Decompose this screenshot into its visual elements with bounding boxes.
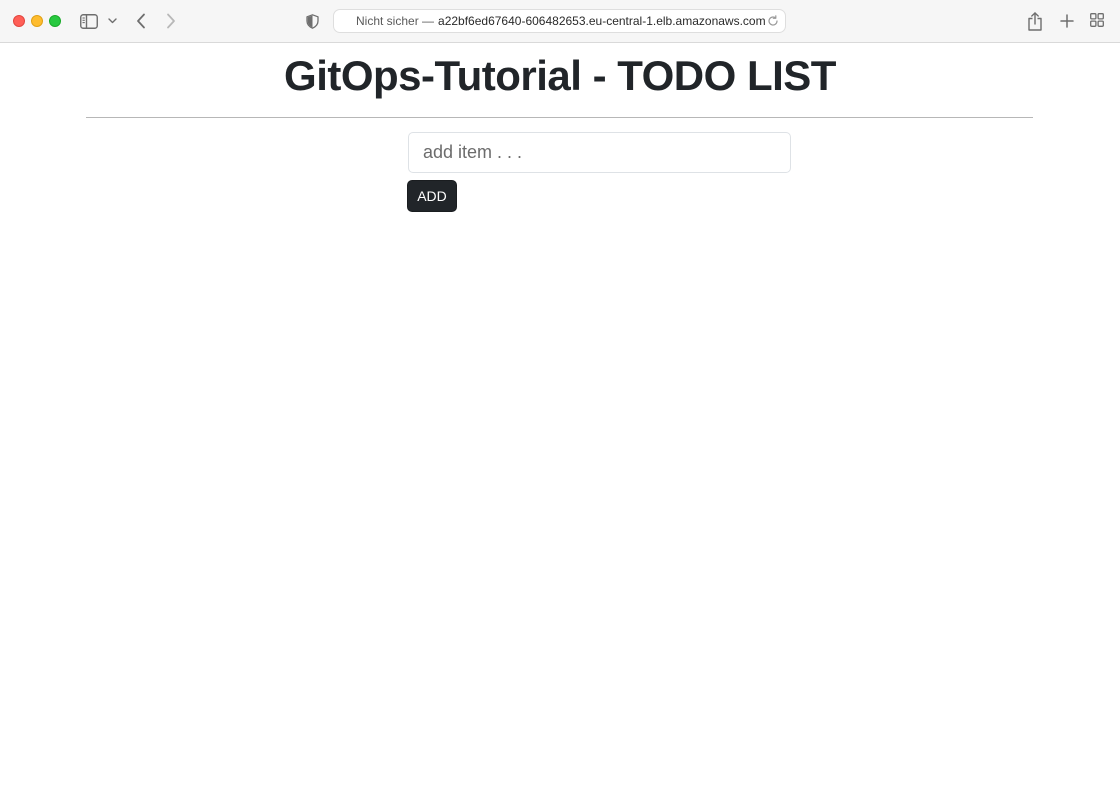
browser-toolbar: Nicht sicher — a22bf6ed67640-606482653.e… [0,0,1120,43]
add-button[interactable]: ADD [407,180,457,212]
sidebar-icon[interactable] [79,12,99,30]
chevron-down-icon[interactable] [106,14,118,28]
title-divider [86,117,1033,118]
shield-icon[interactable] [304,11,320,31]
add-item-input[interactable] [408,132,791,173]
reload-icon[interactable] [767,15,779,27]
address-bar[interactable]: Nicht sicher — a22bf6ed67640-606482653.e… [333,9,786,33]
grid-icon[interactable] [1089,12,1105,28]
chevron-left-icon[interactable] [133,11,149,31]
zoom-window-button[interactable] [49,15,61,27]
plus-icon[interactable] [1058,12,1076,30]
minimize-window-button[interactable] [31,15,43,27]
page-title: GitOps-Tutorial - TODO LIST [284,52,836,99]
url-text: a22bf6ed67640-606482653.eu-central-1.elb… [438,14,766,28]
security-label: Nicht sicher — [356,14,435,28]
share-icon[interactable] [1026,10,1044,32]
browser-window: Nicht sicher — a22bf6ed67640-606482653.e… [0,0,1120,800]
page-content: GitOps-Tutorial - TODO LIST ADD [0,44,1120,800]
close-window-button[interactable] [13,15,25,27]
chevron-right-icon[interactable] [163,11,179,31]
